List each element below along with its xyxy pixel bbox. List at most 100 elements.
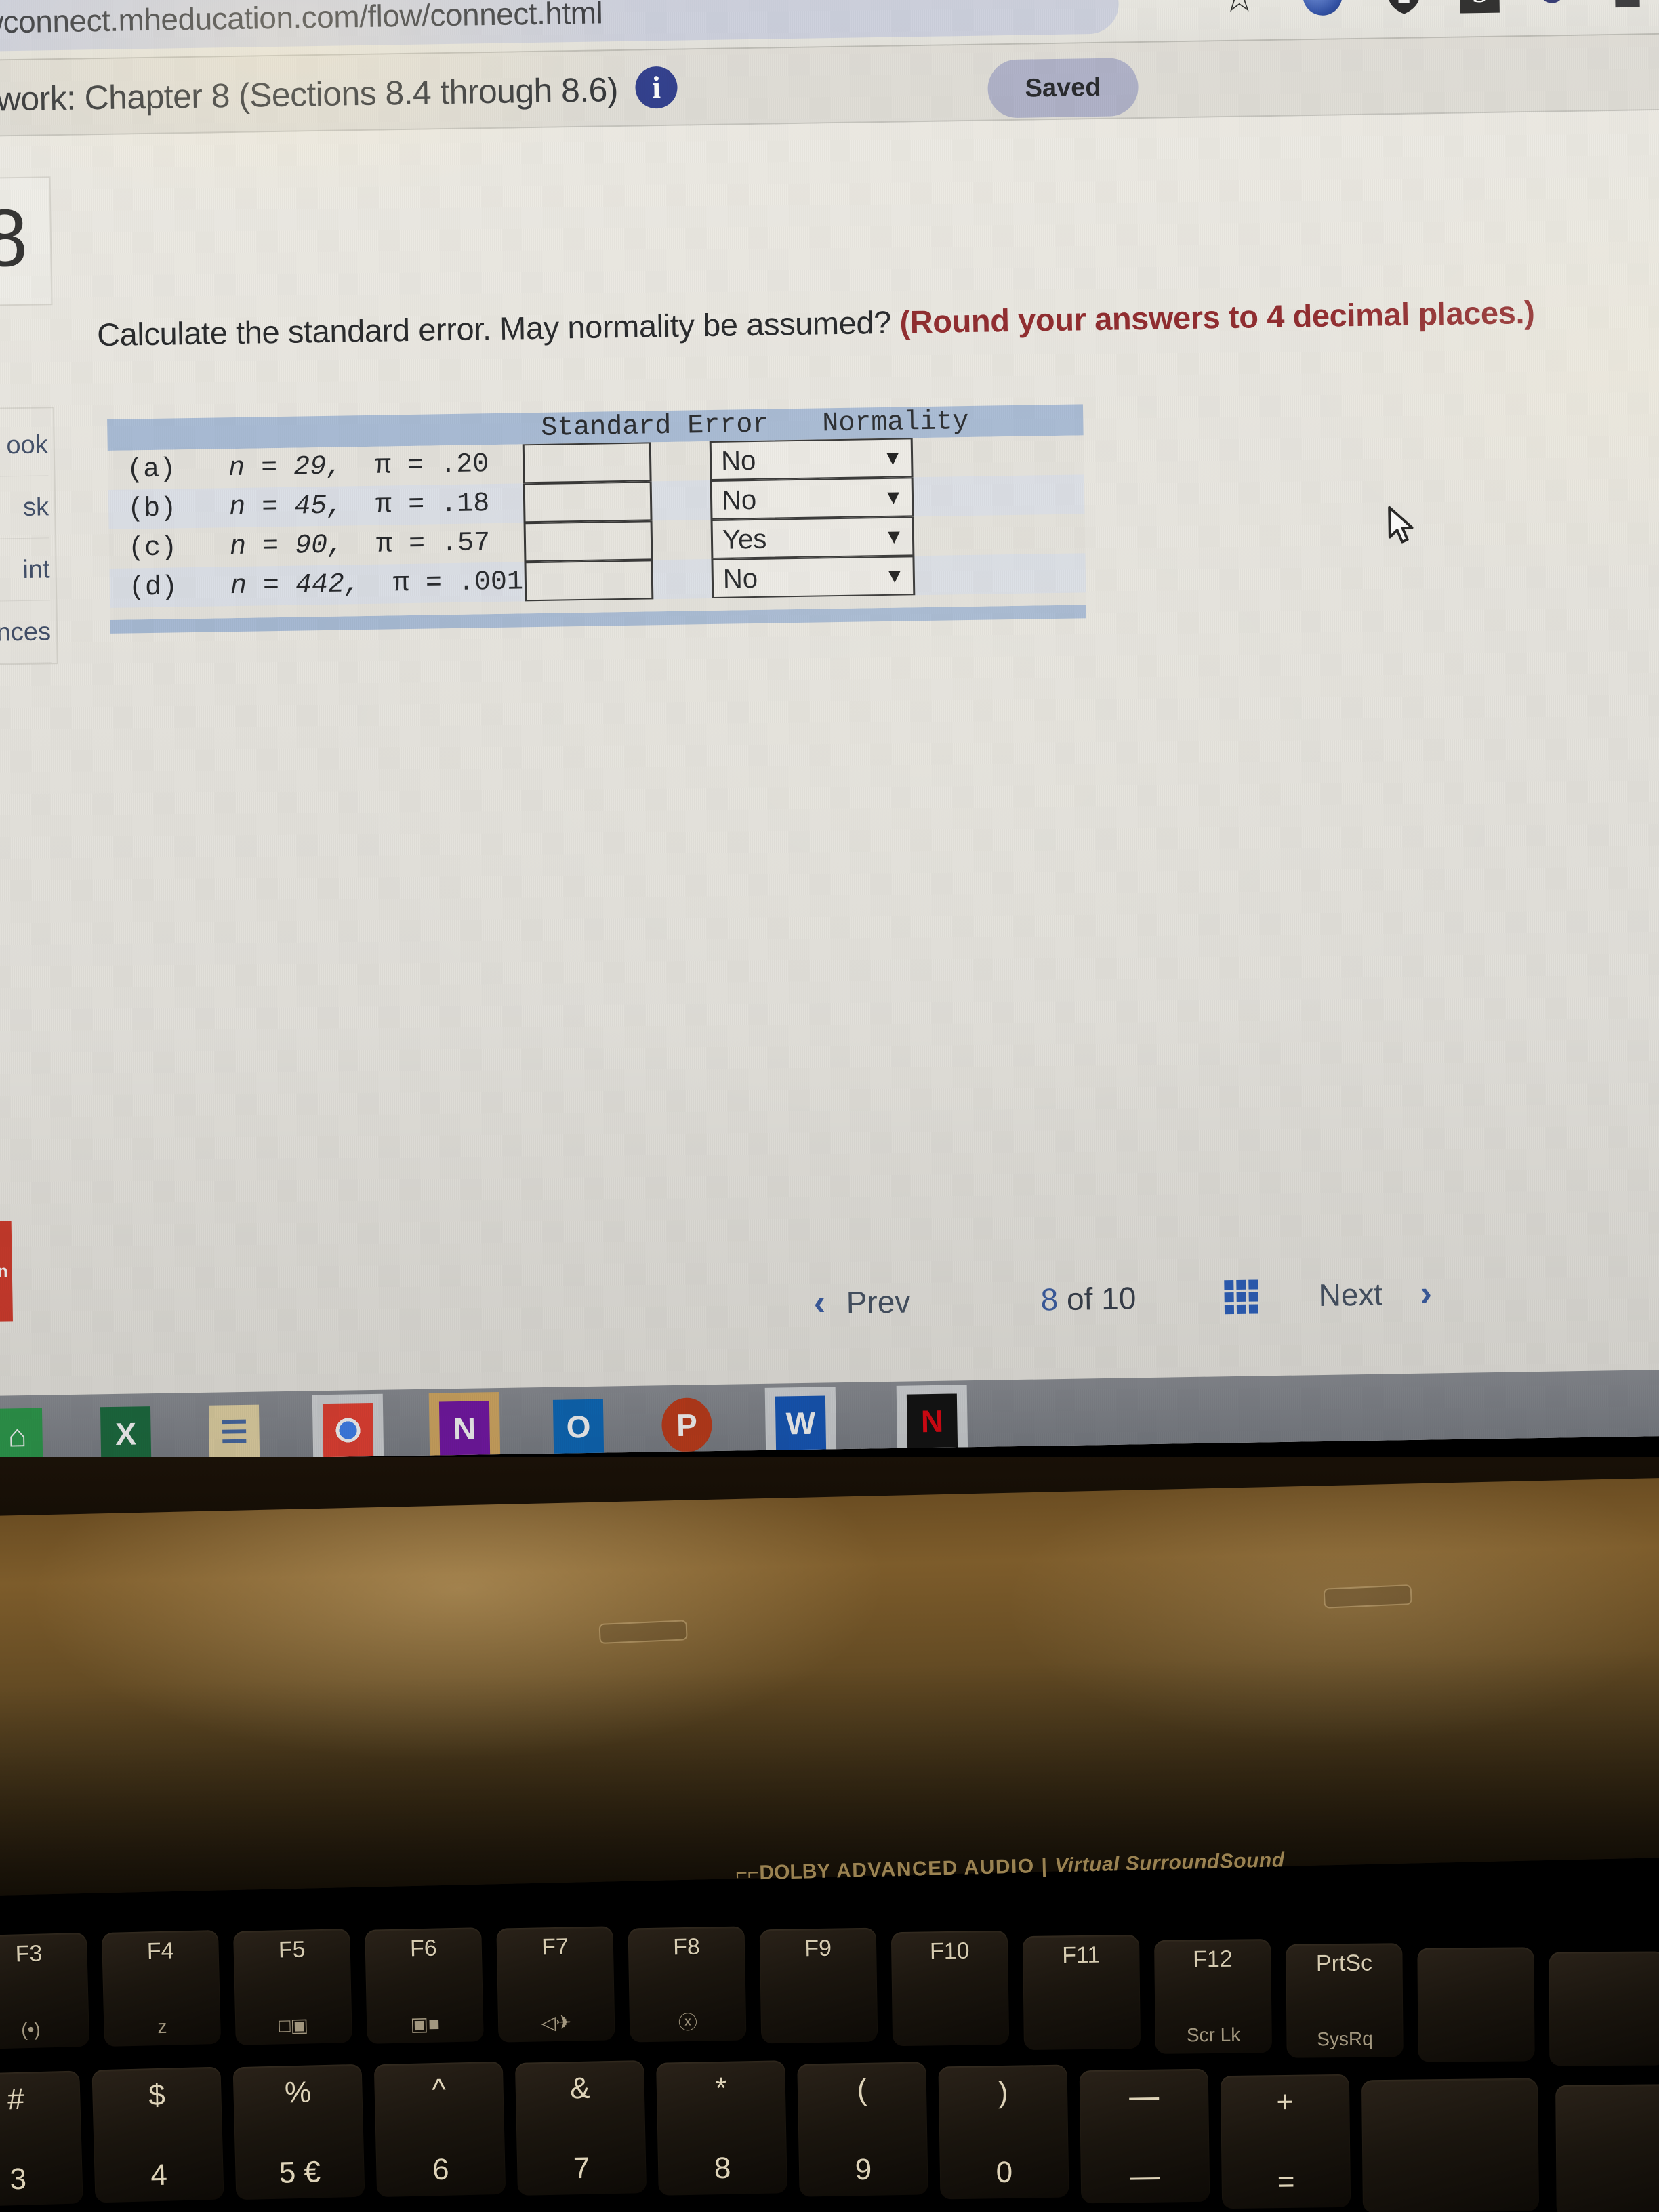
- key-6-bottom: 6: [432, 2152, 450, 2187]
- key-4[interactable]: $ 4: [91, 2066, 224, 2203]
- rail-item-ask[interactable]: sk: [0, 476, 49, 541]
- key-5[interactable]: % 5 €: [232, 2064, 365, 2200]
- prev-button[interactable]: Prev: [846, 1275, 911, 1330]
- standard-error-input[interactable]: [524, 560, 654, 602]
- normality-value: No: [720, 445, 756, 476]
- key-minus-bottom: —: [1130, 2159, 1161, 2194]
- key-equals-top: +: [1276, 2085, 1294, 2119]
- normality-select[interactable]: Yes ▼: [710, 516, 915, 559]
- file-explorer-icon: ☰: [208, 1404, 260, 1460]
- onenote-icon: N: [438, 1401, 491, 1456]
- taskbar-item-file-explorer[interactable]: ☰: [199, 1395, 270, 1462]
- taskbar-item-onenote[interactable]: N: [428, 1392, 501, 1462]
- browser-menu-icon[interactable]: [1609, 0, 1652, 14]
- key-prtsc[interactable]: PrtSc SysRq: [1286, 1943, 1404, 2058]
- laptop-display: ewconnect.mheducation.com/flow/connect.h…: [0, 0, 1659, 1462]
- key-f12-label: F12: [1192, 1946, 1233, 1973]
- key-6[interactable]: ^ 6: [373, 2061, 506, 2198]
- next-button[interactable]: Next: [1318, 1267, 1383, 1322]
- key-f7[interactable]: F7 ◁✈: [496, 1926, 615, 2043]
- key-f3[interactable]: F3 (•): [0, 1932, 90, 2050]
- standard-error-input[interactable]: [523, 481, 653, 523]
- normality-value: Yes: [722, 524, 767, 555]
- key-prtsc-symbol: SysRq: [1317, 2028, 1373, 2050]
- key-f9[interactable]: F9: [759, 1927, 878, 2044]
- taskbar-item-outlook[interactable]: O: [543, 1390, 615, 1462]
- saved-status-button[interactable]: Saved: [987, 58, 1139, 119]
- key-f3-label: F3: [15, 1940, 43, 1967]
- taskbar-item-chrome[interactable]: [312, 1393, 384, 1462]
- question-prompt: Calculate the standard error. May normal…: [97, 291, 1555, 355]
- standard-error-input[interactable]: [523, 520, 653, 562]
- shield-lock-icon[interactable]: [1384, 0, 1427, 17]
- key-f12[interactable]: F12 Scr Lk: [1154, 1939, 1272, 2054]
- column-header-normality: Normality: [821, 407, 969, 440]
- key-f11[interactable]: F11: [1022, 1934, 1141, 2051]
- answer-table-body: (a) n = 29, π = .20 No ▼ (b) n = 45, π =…: [107, 435, 1086, 620]
- normality-value: No: [721, 485, 757, 516]
- normality-select[interactable]: No ▼: [711, 556, 916, 598]
- normality-select[interactable]: No ▼: [709, 438, 914, 481]
- blue-circle-extension-icon[interactable]: [1303, 0, 1345, 18]
- speaker-vent: [598, 1620, 688, 1644]
- submit-button[interactable]: ion: [0, 1221, 13, 1323]
- key-0[interactable]: ) 0: [938, 2064, 1069, 2200]
- key-3[interactable]: # 3: [0, 2070, 83, 2207]
- key-8-bottom: 8: [714, 2151, 731, 2186]
- key-equals[interactable]: + =: [1220, 2074, 1351, 2209]
- key-7[interactable]: & 7: [514, 2060, 647, 2196]
- key-minus[interactable]: — —: [1079, 2068, 1210, 2204]
- key-f6-label: F6: [409, 1935, 438, 1962]
- taskbar-item-powerpoint[interactable]: P: [651, 1389, 723, 1462]
- key-4-bottom: 4: [150, 2158, 168, 2192]
- rail-item-ebook[interactable]: ook: [0, 413, 49, 479]
- question-prompt-text: Calculate the standard error. May normal…: [96, 304, 900, 353]
- excel-icon: X: [100, 1406, 152, 1462]
- key-f4-label: F4: [146, 1938, 174, 1965]
- prev-chevron-icon[interactable]: ‹: [813, 1275, 826, 1330]
- s-badge-extension-icon[interactable]: S: [1460, 0, 1502, 16]
- row-n: n = 90,: [229, 530, 344, 563]
- chevron-down-icon: ▼: [884, 565, 905, 588]
- row-label: (a): [126, 454, 176, 486]
- next-chevron-icon[interactable]: ›: [1420, 1266, 1433, 1320]
- key-f4[interactable]: F4 z: [101, 1929, 222, 2047]
- row-pi: π = .57: [375, 528, 491, 560]
- key-3-bottom: 3: [9, 2162, 27, 2196]
- taskbar-item-word[interactable]: W: [764, 1387, 837, 1460]
- taskbar-item-excel[interactable]: X: [90, 1397, 162, 1462]
- key-f10-label: F10: [929, 1938, 970, 1965]
- powerpoint-icon: P: [661, 1397, 713, 1453]
- key-f5[interactable]: F5 □▣: [233, 1929, 352, 2045]
- key-backspace[interactable]: [1361, 2078, 1540, 2212]
- outlook-icon: O: [552, 1399, 605, 1454]
- key-f6[interactable]: F6 ▣■: [365, 1927, 484, 2044]
- word-icon: W: [775, 1395, 827, 1451]
- key-5-top: %: [284, 2075, 312, 2110]
- row-parameters: n = 442, π = .001: [230, 566, 524, 603]
- normality-select[interactable]: No ▼: [710, 477, 914, 520]
- taskbar-item-microsoft-store[interactable]: ⌂: [0, 1399, 53, 1462]
- key-function-extra-2[interactable]: [1549, 1951, 1659, 2066]
- taskbar-item-netflix[interactable]: N: [896, 1385, 968, 1458]
- key-f10[interactable]: F10: [890, 1930, 1010, 2047]
- row-parameters: n = 29, π = .20: [228, 449, 489, 485]
- rail-item-print[interactable]: int: [0, 538, 51, 604]
- standard-error-input[interactable]: [522, 442, 652, 484]
- rail-item-references[interactable]: ences: [0, 600, 52, 666]
- key-f8[interactable]: F8 ⓧ: [628, 1926, 747, 2043]
- key-9[interactable]: ( 9: [797, 2062, 928, 2197]
- question-number: 8: [0, 192, 28, 284]
- info-icon[interactable]: i: [635, 66, 678, 109]
- key-function-extra[interactable]: [1417, 1947, 1535, 2062]
- key-extra[interactable]: [1555, 2084, 1659, 2212]
- grid-view-icon[interactable]: [1224, 1279, 1259, 1315]
- sync-circular-arrows-icon[interactable]: ↺: [1536, 0, 1578, 15]
- row-n: n = 29,: [228, 451, 343, 485]
- question-prompt-emphasis: (Round your answers to 4 decimal places.…: [899, 293, 1535, 340]
- bookmark-star-icon[interactable]: ☆: [1206, 0, 1281, 26]
- page-of-label: of: [1066, 1281, 1093, 1317]
- key-6-top: ^: [431, 2072, 447, 2107]
- key-8-top: *: [714, 2071, 727, 2106]
- key-8[interactable]: * 8: [656, 2060, 787, 2196]
